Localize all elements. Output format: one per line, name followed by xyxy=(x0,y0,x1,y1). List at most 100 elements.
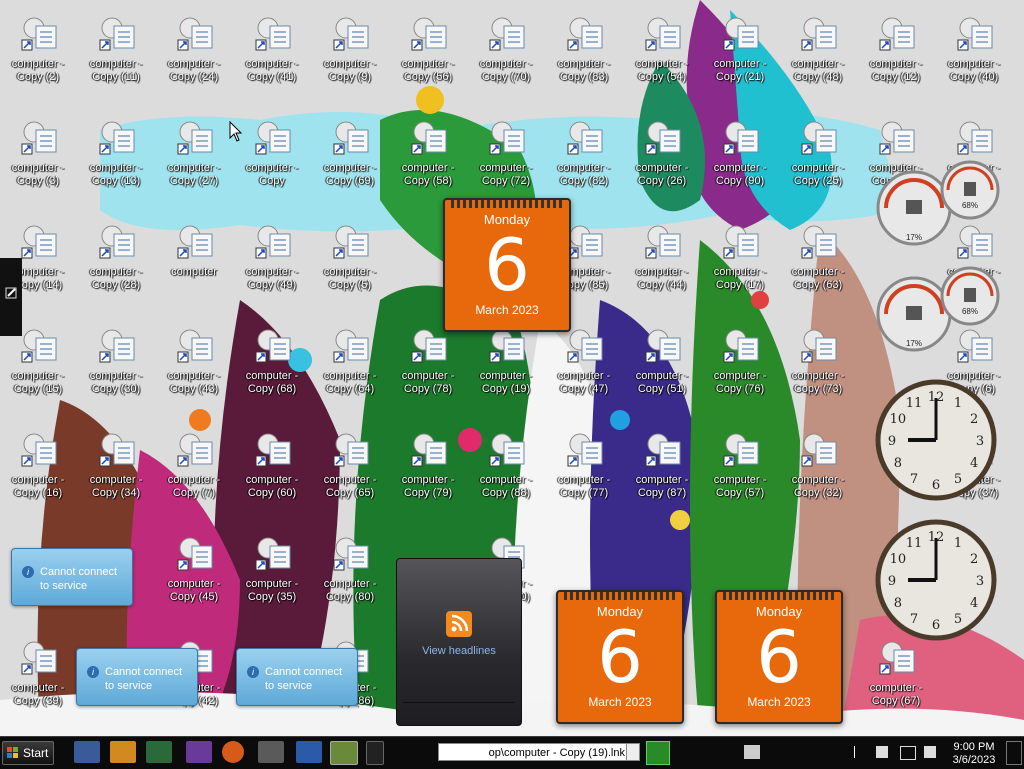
calculator-icon[interactable] xyxy=(258,741,284,763)
start-button[interactable]: Start xyxy=(2,741,54,765)
desktop-shortcut[interactable]: computer - Copy (56) xyxy=(390,8,466,100)
desktop-shortcut[interactable]: computer - Copy (54) xyxy=(624,8,700,100)
desktop-shortcut[interactable]: computer - Copy (47) xyxy=(546,320,622,412)
messenger-icon[interactable] xyxy=(186,741,212,763)
desktop-shortcut[interactable]: computer - Copy (30) xyxy=(78,320,154,412)
desktop-shortcut[interactable]: computer - Copy (24) xyxy=(156,8,232,100)
desktop-shortcut[interactable]: computer - Copy (58) xyxy=(390,112,466,204)
desktop-shortcut[interactable]: computer - Copy (41) xyxy=(234,8,310,100)
desktop-shortcut[interactable]: computer - Copy (25) xyxy=(780,112,856,204)
desktop-shortcut[interactable]: computer - Copy (65) xyxy=(312,424,388,516)
desktop-shortcut[interactable]: computer - Copy (76) xyxy=(702,320,778,412)
desktop-shortcut[interactable]: computer - Copy (16) xyxy=(0,424,76,516)
desktop-shortcut[interactable]: computer - Copy (88) xyxy=(468,424,544,516)
desktop-shortcut[interactable]: computer - Copy (63) xyxy=(780,216,856,308)
shortcut-label: computer - Copy (90) xyxy=(713,162,767,187)
firefox-icon[interactable] xyxy=(222,741,244,763)
pen-input-icon[interactable] xyxy=(744,745,760,759)
desktop-shortcut[interactable]: computer - Copy (45) xyxy=(156,528,232,620)
show-desktop-icon[interactable] xyxy=(74,741,100,763)
desktop-shortcut[interactable]: computer - Copy (12) xyxy=(858,8,934,100)
desktop-shortcut[interactable]: computer - Copy (9) xyxy=(312,8,388,100)
desktop-shortcut[interactable]: computer - Copy (73) xyxy=(780,320,856,412)
desktop-shortcut[interactable]: computer - Copy (48) xyxy=(780,8,856,100)
desktop-shortcut[interactable]: computer - Copy (35) xyxy=(234,528,310,620)
desktop-shortcut[interactable]: computer - Copy (57) xyxy=(702,424,778,516)
weather-gadget-error[interactable]: i Cannot connect to service xyxy=(236,648,358,706)
taskbar-clock[interactable]: 9:00 PM 3/6/2023 xyxy=(944,741,1004,767)
calendar-gadget[interactable]: Monday 6 March 2023 xyxy=(715,590,843,724)
desktop-shortcut[interactable]: computer - Copy (21) xyxy=(702,8,778,100)
desktop-shortcut[interactable]: computer - Copy (82) xyxy=(546,112,622,204)
desktop-shortcut[interactable]: computer - Copy (2) xyxy=(0,8,76,100)
ccleaner-icon[interactable] xyxy=(146,741,172,763)
desktop-shortcut[interactable]: computer - Copy (7) xyxy=(156,424,232,516)
cpu-meter-gadget[interactable]: 17% 68% xyxy=(874,160,1004,250)
desktop-shortcut[interactable]: computer - Copy (40) xyxy=(936,8,1012,100)
desktop-shortcut[interactable]: computer - Copy (77) xyxy=(546,424,622,516)
desktop-shortcut[interactable]: computer - Copy (64) xyxy=(312,320,388,412)
desktop-shortcut[interactable]: computer - Copy (3) xyxy=(0,112,76,204)
desktop-shortcut[interactable]: computer - Copy (13) xyxy=(78,112,154,204)
action-center-flag-icon[interactable] xyxy=(876,746,888,758)
calendar-gadget[interactable]: Monday 6 March 2023 xyxy=(556,590,684,724)
desktop-shortcut[interactable]: computer - Copy (83) xyxy=(546,8,622,100)
desktop-shortcut[interactable]: computer - Copy (60) xyxy=(234,424,310,516)
calendar-date: 6 xyxy=(597,615,643,699)
quicklaunch-scroll-icon[interactable] xyxy=(366,741,384,765)
shortcut-label: computer - Copy (24) xyxy=(167,58,221,83)
desktop-shortcut[interactable]: computer - Copy (44) xyxy=(624,216,700,308)
desktop-shortcut[interactable]: computer - Copy (79) xyxy=(390,424,466,516)
desktop-shortcut[interactable]: computer - Copy (28) xyxy=(78,216,154,308)
media-player-icon[interactable] xyxy=(110,741,136,763)
desktop-shortcut[interactable]: computer - Copy (17) xyxy=(702,216,778,308)
calendar-gadget[interactable]: Monday 6 March 2023 xyxy=(443,198,571,332)
desktop-shortcut[interactable]: computer - Copy (19) xyxy=(468,320,544,412)
show-desktop-button[interactable] xyxy=(1006,741,1022,765)
clock-number: 9 xyxy=(888,574,896,589)
shortcut-label: computer - Copy (63) xyxy=(791,266,845,291)
desktop-shortcut[interactable]: computer - Copy (80) xyxy=(312,528,388,620)
clock-gadget[interactable]: 12 1234567891011 xyxy=(874,518,998,642)
clock-gadget[interactable]: 12 1234567891011 xyxy=(874,378,998,502)
shortcut-label: computer - Copy (39) xyxy=(11,682,65,707)
volume-icon[interactable] xyxy=(924,746,936,758)
desktop-shortcut[interactable]: computer - Copy (69) xyxy=(312,112,388,204)
desktop-shortcut[interactable]: computer - Copy xyxy=(234,112,310,204)
desktop-shortcut[interactable]: computer - Copy (67) xyxy=(858,632,934,724)
active-app-icon[interactable] xyxy=(330,741,358,765)
desktop-shortcut[interactable]: computer - Copy (27) xyxy=(156,112,232,204)
address-input[interactable]: op\computer - Copy (19).lnk xyxy=(438,743,630,761)
desktop-shortcut[interactable]: computer xyxy=(156,216,232,308)
desktop-shortcut[interactable]: computer - Copy (72) xyxy=(468,112,544,204)
desktop-shortcut[interactable]: computer - Copy (78) xyxy=(390,320,466,412)
desktop-shortcut[interactable]: computer - Copy (49) xyxy=(234,216,310,308)
address-dropdown-icon[interactable] xyxy=(626,743,640,761)
window-switcher-icon[interactable] xyxy=(296,741,322,763)
desktop-shortcut[interactable]: computer - Copy (43) xyxy=(156,320,232,412)
sidebar-handle[interactable] xyxy=(0,258,22,336)
network-icon[interactable] xyxy=(900,746,916,760)
show-hidden-icons-icon[interactable] xyxy=(854,746,863,758)
desktop-shortcut[interactable]: computer - Copy (51) xyxy=(624,320,700,412)
desktop-shortcut[interactable]: computer - Copy (26) xyxy=(624,112,700,204)
desktop-shortcut[interactable]: computer - Copy (39) xyxy=(0,632,76,724)
desktop-shortcut[interactable]: computer - Copy (87) xyxy=(624,424,700,516)
go-button[interactable] xyxy=(646,741,670,765)
cpu-meter-gadget[interactable]: 17% 68% xyxy=(874,262,1004,358)
desktop[interactable]: computer - Copy (2) computer - Copy (11) c… xyxy=(0,0,1024,736)
desktop-shortcut[interactable]: computer - Copy (11) xyxy=(78,8,154,100)
clock-number: 4 xyxy=(970,596,978,611)
weather-gadget-error[interactable]: i Cannot connect to service xyxy=(11,548,133,606)
view-headlines-link[interactable]: View headlines xyxy=(397,645,521,657)
desktop-shortcut[interactable]: computer - Copy (32) xyxy=(780,424,856,516)
desktop-shortcut[interactable]: computer - Copy (90) xyxy=(702,112,778,204)
shortcut-icon xyxy=(718,222,762,262)
desktop-shortcut[interactable]: computer - Copy (34) xyxy=(78,424,154,516)
feed-headlines-gadget[interactable]: View headlines xyxy=(396,558,522,726)
desktop-shortcut[interactable]: computer - Copy (5) xyxy=(312,216,388,308)
desktop-shortcut[interactable]: computer - Copy (70) xyxy=(468,8,544,100)
clock-number: 5 xyxy=(954,612,962,627)
weather-gadget-error[interactable]: i Cannot connect to service xyxy=(76,648,198,706)
desktop-shortcut[interactable]: computer - Copy (68) xyxy=(234,320,310,412)
